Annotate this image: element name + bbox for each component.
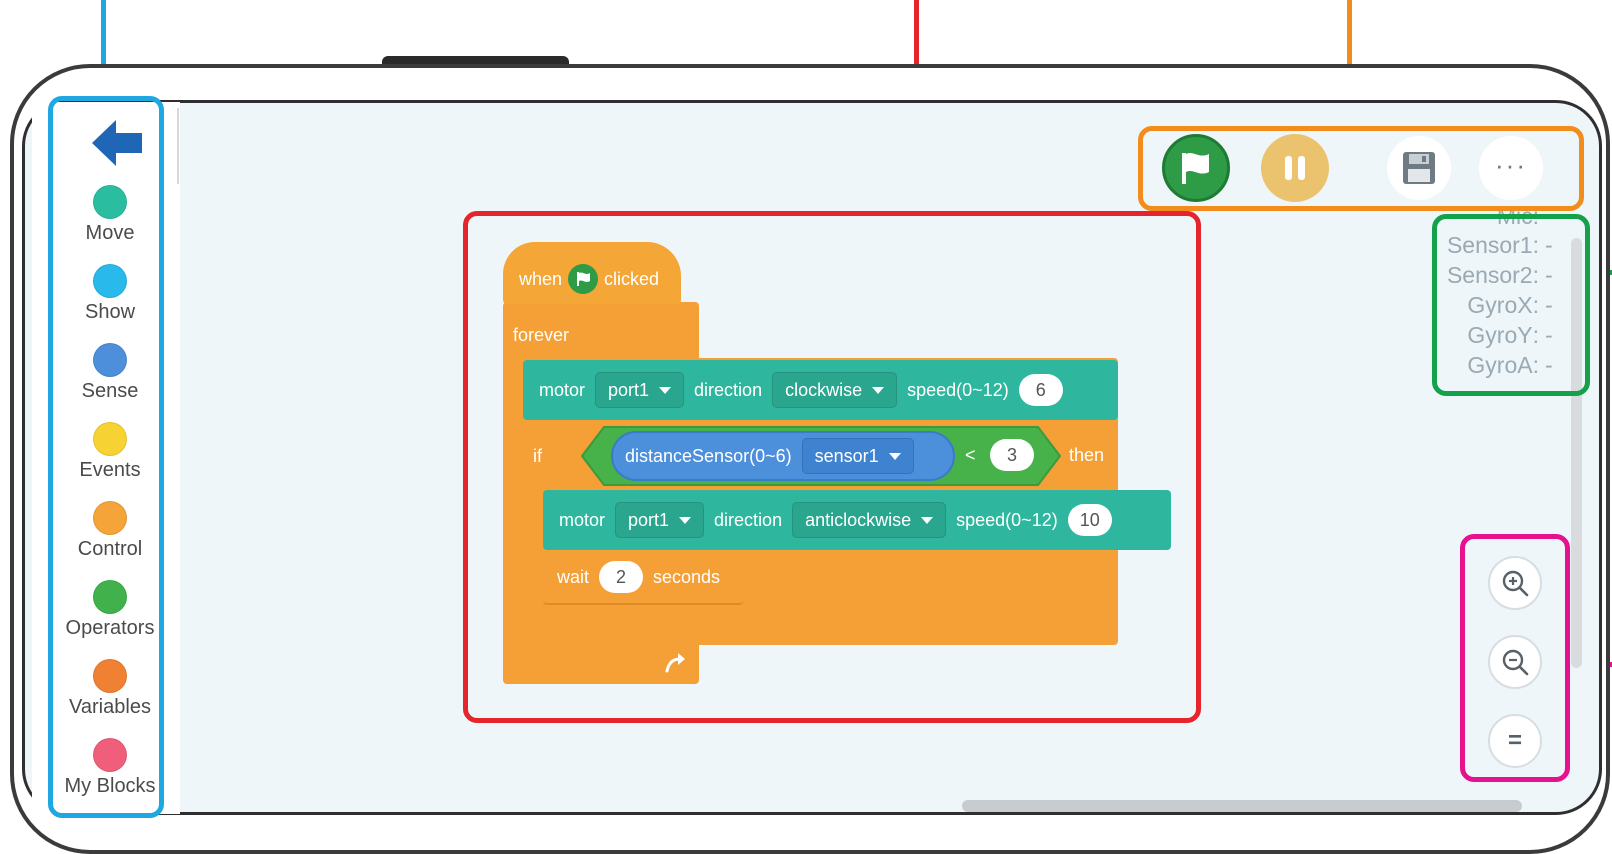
zoom-annotation-box xyxy=(1460,534,1570,782)
script-annotation-box xyxy=(463,211,1201,723)
sidebar-separator xyxy=(177,108,179,184)
horizontal-scrollbar[interactable] xyxy=(962,800,1522,812)
sidebar-annotation-box xyxy=(48,96,164,818)
readouts-annotation-box xyxy=(1432,214,1590,396)
toolbar-annotation-box xyxy=(1138,126,1584,211)
